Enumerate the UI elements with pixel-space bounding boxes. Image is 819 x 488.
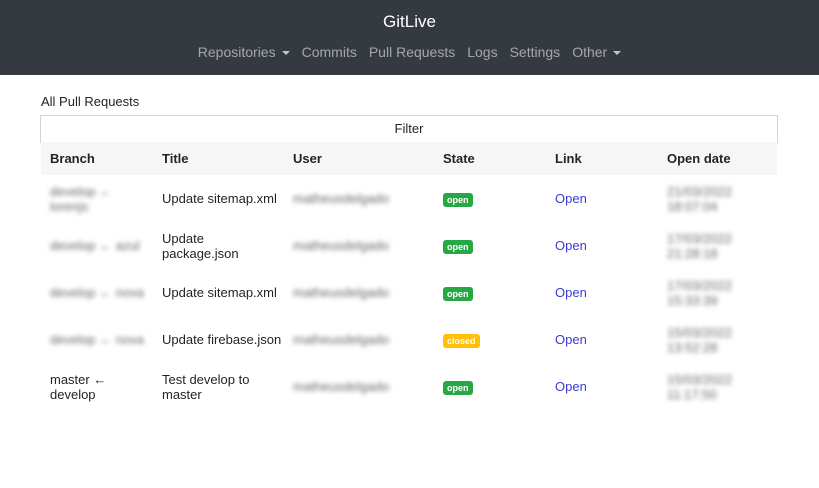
status-badge: closed	[443, 333, 480, 348]
navbar: GitLive Repositories Commits Pull Reques…	[0, 0, 819, 75]
header-branch: Branch	[41, 142, 153, 175]
branch-text: develop ← lorenjs	[50, 183, 113, 214]
table-row: develop ← lorenjs Update sitemap.xml mathe…	[41, 175, 777, 222]
nav-label: Repositories	[197, 44, 276, 60]
link-cell: Open	[546, 269, 658, 316]
table-row: develop ← nova Update firebase.json matheu…	[41, 316, 777, 363]
branch-cell: develop ← azul	[41, 222, 153, 269]
user-cell: matheusdelgado	[284, 269, 434, 316]
open-pr-link[interactable]: Open	[555, 332, 587, 347]
table-header-row: Branch Title User State Link Open date	[41, 142, 777, 175]
title-text: Test develop to master	[162, 371, 250, 402]
open-pr-link[interactable]: Open	[555, 191, 587, 206]
state-cell: open	[434, 363, 546, 410]
nav-commits[interactable]: Commits	[302, 44, 357, 60]
header-link: Link	[546, 142, 658, 175]
table-row: develop ← nova Update sitemap.xml matheusd…	[41, 269, 777, 316]
open-pr-link[interactable]: Open	[555, 238, 587, 253]
open-date-cell: 15/03/2022 11:17:50	[658, 363, 777, 410]
link-cell: Open	[546, 316, 658, 363]
open-date-cell: 17/03/2022 21:28:18	[658, 222, 777, 269]
chevron-down-icon	[613, 51, 622, 56]
branch-cell: develop ← lorenjs	[41, 175, 153, 222]
branch-text: develop ← nova	[50, 285, 144, 300]
title-cell: Test develop to master	[153, 363, 284, 410]
nav-label: Other	[572, 44, 608, 60]
nav-repositories[interactable]: Repositories	[198, 44, 290, 60]
title-cell: Update sitemap.xml	[153, 269, 284, 316]
header-state: State	[434, 142, 546, 175]
table-row: master ← develop Test develop to master ma…	[41, 363, 777, 410]
branch-text: master ← develop	[50, 371, 107, 402]
user-cell: matheusdelgado	[284, 175, 434, 222]
app-brand[interactable]: GitLive	[0, 12, 819, 32]
title-text: Update sitemap.xml	[162, 285, 277, 300]
status-badge: open	[443, 286, 473, 301]
header-title: Title	[153, 142, 284, 175]
open-date-text: 21/03/2022 18:07:04	[667, 183, 733, 214]
state-cell: closed	[434, 316, 546, 363]
state-cell: open	[434, 175, 546, 222]
branch-text: develop ← azul	[50, 238, 140, 253]
title-cell: Update sitemap.xml	[153, 175, 284, 222]
user-text: matheusdelgado	[293, 191, 390, 206]
status-badge: open	[443, 239, 473, 254]
header-open-date: Open date	[658, 142, 777, 175]
header-user: User	[284, 142, 434, 175]
user-cell: matheusdelgado	[284, 316, 434, 363]
user-cell: matheusdelgado	[284, 363, 434, 410]
link-cell: Open	[546, 222, 658, 269]
main-nav: Repositories Commits Pull Requests Logs …	[0, 44, 819, 60]
open-date-text: 17/03/2022 21:28:18	[667, 230, 733, 261]
status-badge: open	[443, 192, 473, 207]
title-text: Update sitemap.xml	[162, 191, 277, 206]
page-title: All Pull Requests	[41, 94, 140, 109]
open-pr-link[interactable]: Open	[555, 379, 587, 394]
nav-other[interactable]: Other	[572, 44, 622, 60]
branch-text: develop ← nova	[50, 332, 144, 347]
user-text: matheusdelgado	[293, 332, 390, 347]
open-date-text: 17/03/2022 15:33:39	[667, 277, 733, 308]
pull-requests-table: Branch Title User State Link Open date d…	[41, 142, 777, 410]
state-cell: open	[434, 222, 546, 269]
title-cell: Update package.json	[153, 222, 284, 269]
filter-button[interactable]: Filter	[40, 115, 778, 143]
branch-cell: develop ← nova	[41, 316, 153, 363]
chevron-down-icon	[281, 51, 290, 56]
branch-cell: master ← develop	[41, 363, 153, 410]
branch-cell: develop ← nova	[41, 269, 153, 316]
nav-settings[interactable]: Settings	[510, 44, 561, 60]
title-text: Update package.json	[162, 230, 239, 261]
link-cell: Open	[546, 175, 658, 222]
title-text: Update firebase.json	[162, 332, 282, 347]
state-cell: open	[434, 269, 546, 316]
user-text: matheusdelgado	[293, 379, 390, 394]
open-date-text: 15/03/2022 13:52:28	[667, 324, 733, 355]
nav-pull-requests[interactable]: Pull Requests	[369, 44, 455, 60]
status-badge: open	[443, 380, 473, 395]
user-text: matheusdelgado	[293, 238, 390, 253]
nav-logs[interactable]: Logs	[467, 44, 497, 60]
open-date-cell: 17/03/2022 15:33:39	[658, 269, 777, 316]
link-cell: Open	[546, 363, 658, 410]
title-cell: Update firebase.json	[153, 316, 284, 363]
open-date-text: 15/03/2022 11:17:50	[667, 371, 733, 402]
open-date-cell: 21/03/2022 18:07:04	[658, 175, 777, 222]
table-row: develop ← azul Update package.json matheus…	[41, 222, 777, 269]
open-date-cell: 15/03/2022 13:52:28	[658, 316, 777, 363]
open-pr-link[interactable]: Open	[555, 285, 587, 300]
user-text: matheusdelgado	[293, 285, 390, 300]
user-cell: matheusdelgado	[284, 222, 434, 269]
